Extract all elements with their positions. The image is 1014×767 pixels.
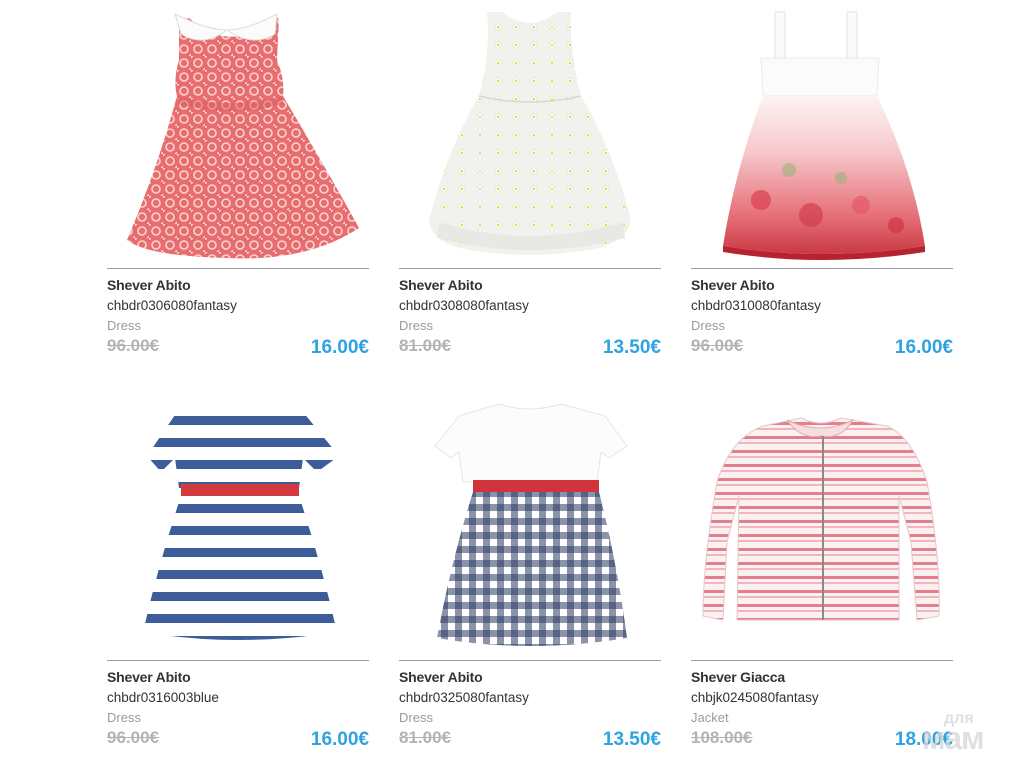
product-sku: chbdr0306080fantasy [107,298,237,313]
white-daisy-dress-image[interactable] [399,0,661,268]
product-sku: chbdr0308080fantasy [399,298,529,313]
old-price: 96.00€ [107,336,159,355]
product-category: Dress [399,318,433,333]
product-card[interactable]: Shever Abito chbdr0316003blue Dress 96.0… [107,392,369,752]
floral-strap-dress-image[interactable] [691,0,953,268]
product-card[interactable]: Shever Giacca chbjk0245080fantasy Jacket… [691,392,953,752]
product-grid: Shever Abito chbdr0306080fantasy Dress 9… [107,0,954,767]
product-category: Jacket [691,710,729,725]
price-row: 96.00€ 16.00€ [691,334,953,360]
old-price: 96.00€ [107,728,159,747]
price-row: 108.00€ 18.00€ [691,726,953,752]
pink-patterned-dress-image[interactable] [107,0,369,268]
sale-price: 13.50€ [602,729,661,750]
product-sku: chbjk0245080fantasy [691,690,819,705]
card-divider [399,268,661,269]
product-category: Dress [107,710,141,725]
product-name[interactable]: Shever Abito [107,668,369,686]
product-card[interactable]: Shever Abito chbdr0310080fantasy Dress 9… [691,0,953,360]
gingham-dress-image[interactable] [399,392,661,660]
product-category: Dress [399,710,433,725]
sale-price: 18.00€ [894,729,953,750]
old-price: 81.00€ [399,336,451,355]
product-category: Dress [107,318,141,333]
product-name[interactable]: Shever Abito [691,276,953,294]
old-price: 96.00€ [691,336,743,355]
sale-price: 16.00€ [310,729,369,750]
price-row: 81.00€ 13.50€ [399,726,661,752]
striped-navy-dress-image[interactable] [107,392,369,660]
old-price: 81.00€ [399,728,451,747]
card-divider [107,268,369,269]
product-name[interactable]: Shever Abito [399,276,661,294]
product-name[interactable]: Shever Abito [399,668,661,686]
product-category: Dress [691,318,725,333]
card-divider [691,660,953,661]
pink-striped-jacket-image[interactable] [691,392,953,660]
sale-price: 13.50€ [602,337,661,358]
sale-price: 16.00€ [310,337,369,358]
card-divider [107,660,369,661]
product-card[interactable]: Shever Abito chbdr0325080fantasy Dress 8… [399,392,661,752]
product-name[interactable]: Shever Giacca [691,668,953,686]
product-name[interactable]: Shever Abito [107,276,369,294]
price-row: 81.00€ 13.50€ [399,334,661,360]
old-price: 108.00€ [691,728,753,747]
card-divider [399,660,661,661]
product-card[interactable]: Shever Abito chbdr0308080fantasy Dress 8… [399,0,661,360]
product-card[interactable]: Shever Abito chbdr0306080fantasy Dress 9… [107,0,369,360]
product-sku: chbdr0310080fantasy [691,298,821,313]
price-row: 96.00€ 16.00€ [107,334,369,360]
product-sku: chbdr0316003blue [107,690,219,705]
card-divider [691,268,953,269]
price-row: 96.00€ 16.00€ [107,726,369,752]
product-sku: chbdr0325080fantasy [399,690,529,705]
sale-price: 16.00€ [894,337,953,358]
